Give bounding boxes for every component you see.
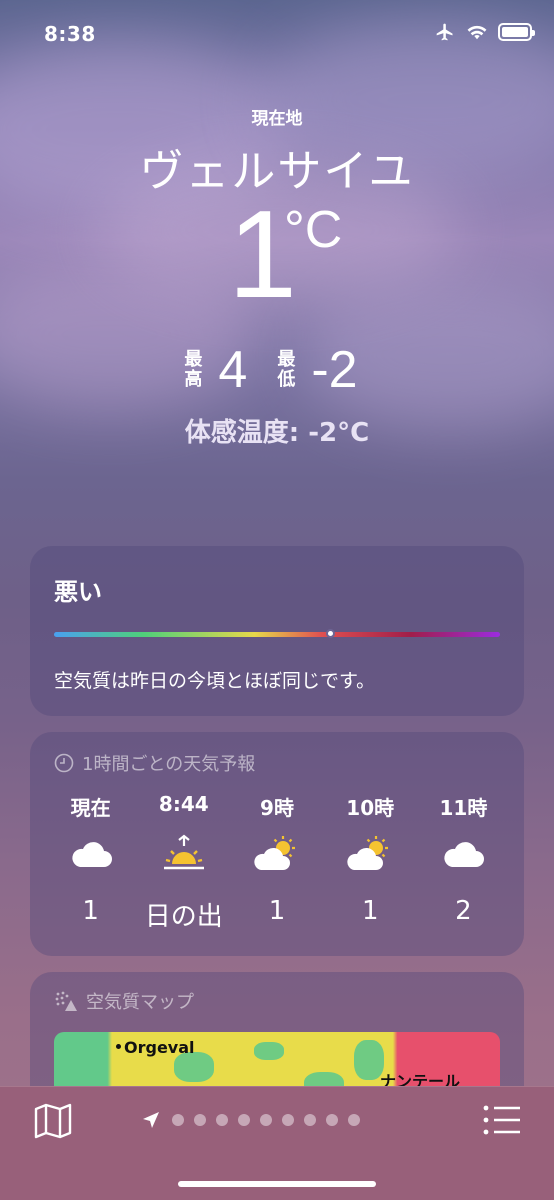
sunrise-icon bbox=[163, 834, 204, 870]
high-label: 最高 bbox=[184, 349, 203, 390]
airplane-icon bbox=[436, 23, 453, 41]
low-value: -2 bbox=[311, 341, 358, 399]
hourly-header: 1時間ごとの天気予報 bbox=[54, 750, 255, 776]
partly-cloudy-icon bbox=[347, 836, 389, 870]
hour-value: 日の出 bbox=[144, 902, 223, 932]
hour-time: 10時 bbox=[346, 796, 395, 820]
hourly-columns: 現在 1 8:44 日の出 9時 1 10時 1 11時 2 bbox=[30, 792, 524, 933]
battery-icon bbox=[498, 23, 535, 41]
cloud-icon bbox=[444, 842, 485, 867]
air-quality-description: 空気質は昨日の今頃とほぼ同じです。 bbox=[54, 670, 376, 692]
page-dot[interactable] bbox=[194, 1114, 206, 1126]
status-time: 8:38 bbox=[44, 22, 96, 46]
hour-time: 11時 bbox=[439, 796, 488, 820]
clock-icon bbox=[54, 753, 74, 773]
map-header: 空気質マップ bbox=[54, 988, 194, 1014]
low-label: 最低 bbox=[277, 349, 296, 390]
map-label-orgeval: Orgeval bbox=[124, 1038, 195, 1057]
hour-time: 9時 bbox=[260, 796, 294, 820]
temperature-unit: °C bbox=[284, 201, 343, 259]
map-header-label: 空気質マップ bbox=[86, 992, 194, 1013]
page-dot[interactable] bbox=[260, 1114, 272, 1126]
map-marker bbox=[116, 1044, 121, 1049]
map-icon[interactable] bbox=[34, 1103, 72, 1139]
page-dot[interactable] bbox=[216, 1114, 228, 1126]
bottom-bar bbox=[0, 1086, 554, 1200]
high-low: 最高 4 最低 -2 bbox=[0, 340, 554, 400]
hour-time: 現在 bbox=[70, 796, 111, 820]
home-indicator[interactable] bbox=[178, 1181, 376, 1187]
hour-value: 1 bbox=[268, 896, 286, 926]
air-quality-warning-icon bbox=[55, 991, 77, 1011]
air-quality-indicator bbox=[326, 629, 336, 638]
cloud-icon bbox=[71, 842, 112, 867]
air-quality-title: 悪い bbox=[54, 578, 102, 606]
location-label: 現在地 bbox=[251, 109, 303, 129]
status-icons bbox=[434, 22, 535, 42]
page-dot[interactable] bbox=[282, 1114, 294, 1126]
page-dot[interactable] bbox=[172, 1114, 184, 1126]
page-indicator[interactable] bbox=[142, 1111, 360, 1129]
page-dot[interactable] bbox=[326, 1114, 338, 1126]
hour-column: 10時 1 bbox=[324, 792, 417, 933]
hour-value: 1 bbox=[361, 896, 379, 926]
air-quality-scale bbox=[54, 629, 500, 638]
hourly-header-label: 1時間ごとの天気予報 bbox=[82, 754, 256, 775]
list-icon[interactable] bbox=[482, 1103, 522, 1137]
partly-cloudy-icon bbox=[254, 836, 295, 870]
hour-column: 現在 1 bbox=[44, 792, 137, 933]
high-value: 4 bbox=[218, 341, 248, 399]
location-arrow-icon bbox=[143, 1112, 159, 1128]
hour-value: 2 bbox=[455, 896, 472, 926]
hour-column: 11時 2 bbox=[417, 792, 510, 933]
page-dot[interactable] bbox=[304, 1114, 316, 1126]
wifi-icon bbox=[467, 25, 487, 40]
page-dot[interactable] bbox=[348, 1114, 360, 1126]
feels-like: 体感温度: -2°C bbox=[184, 418, 370, 448]
air-quality-card[interactable]: 悪い 空気質は昨日の今頃とほぼ同じです。 bbox=[30, 546, 524, 716]
hour-time: 8:44 bbox=[158, 792, 209, 816]
hour-column: 8:44 日の出 bbox=[137, 792, 230, 933]
page-dot[interactable] bbox=[238, 1114, 250, 1126]
weather-hero: 現在地 ヴェルサイユ 1 °C 最高 4 最低 -2 体感温度: -2°C bbox=[0, 104, 554, 448]
hour-column: 9時 1 bbox=[230, 792, 323, 933]
hour-value: 1 bbox=[82, 896, 99, 926]
status-bar: 8:38 bbox=[0, 0, 554, 60]
current-temperature: 1 °C bbox=[0, 186, 554, 326]
hourly-forecast-card[interactable]: 1時間ごとの天気予報 現在 1 8:44 日の出 9時 1 10時 1 11時 … bbox=[30, 732, 524, 956]
